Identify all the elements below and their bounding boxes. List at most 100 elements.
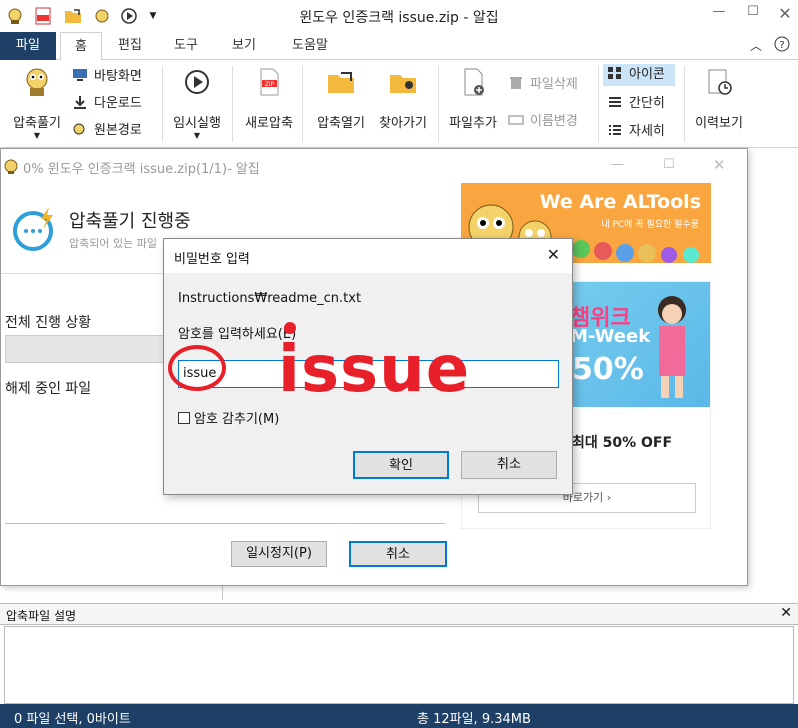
- find-label: 찾아가기: [379, 116, 427, 131]
- status-selection: 0 파일 선택, 0바이트: [14, 712, 131, 727]
- download-icon: [74, 96, 86, 109]
- promo-week: M-Week: [570, 326, 651, 347]
- add-file-button[interactable]: 파일추가: [442, 66, 504, 131]
- view-detail-label: 자세히: [629, 124, 665, 139]
- view-detail-button[interactable]: 자세히: [607, 121, 665, 143]
- ribbon-separator: [598, 66, 599, 142]
- ribbon-tabs: 파일 홈 편집 도구 보기 도움말 ︿ ?: [0, 32, 798, 61]
- svg-text:ZIP: ZIP: [265, 81, 275, 88]
- history-button[interactable]: 이력보기: [688, 66, 750, 131]
- status-bar: 0 파일 선택, 0바이트 총 12파일, 9.34MB: [0, 704, 798, 728]
- pause-button[interactable]: 일시정지(P): [231, 541, 327, 567]
- extract-progress-icon: [13, 207, 53, 251]
- ribbon: 압축풀기 ▼ 바탕화면 다운로드 원본경로 임시실행 ▼ ZIP 새로압축 압축…: [0, 60, 798, 148]
- tab-tools[interactable]: 도구: [164, 32, 208, 60]
- play-circle-icon: [185, 70, 209, 94]
- zip-file-icon: ZIP: [260, 68, 279, 96]
- view-simple-label: 간단히: [629, 96, 665, 111]
- extract-button[interactable]: 압축풀기 ▼: [6, 66, 68, 140]
- description-textarea[interactable]: [4, 626, 794, 704]
- extract-dropdown-icon[interactable]: ▼: [6, 131, 68, 140]
- view-icon-button[interactable]: 아이콘: [603, 64, 675, 86]
- ribbon-separator: [302, 66, 303, 142]
- ribbon-separator: [438, 66, 439, 142]
- extract-original-path-button[interactable]: 원본경로: [72, 120, 142, 142]
- progress-cancel-button[interactable]: 취소: [349, 541, 447, 567]
- desktop-label: 바탕화면: [94, 69, 142, 84]
- minimize-icon[interactable]: —: [706, 4, 732, 26]
- ribbon-separator: [162, 66, 163, 142]
- maximize-icon[interactable]: ☐: [740, 4, 766, 26]
- open-zip-label: 압축열기: [317, 116, 365, 131]
- cancel-button[interactable]: 취소: [461, 451, 557, 479]
- tab-edit[interactable]: 편집: [108, 32, 152, 60]
- history-icon: [708, 69, 732, 95]
- tab-home[interactable]: 홈: [60, 32, 102, 61]
- extract-label: 압축풀기: [13, 116, 61, 131]
- promo-offer-text: 최대 50% OFF: [572, 435, 673, 451]
- temp-run-dropdown-icon[interactable]: ▼: [166, 131, 228, 140]
- extract-mascot-icon: [26, 68, 48, 96]
- minimize-icon[interactable]: —: [611, 157, 624, 172]
- downloads-label: 다운로드: [94, 96, 142, 111]
- password-dialog-title: 비밀번호 입력: [174, 252, 250, 267]
- tab-file[interactable]: 파일: [0, 32, 56, 60]
- open-folder-arrow-icon: [328, 72, 354, 93]
- find-button[interactable]: 찾아가기: [372, 66, 434, 131]
- rename-button[interactable]: 이름변경: [508, 111, 578, 133]
- ok-button[interactable]: 확인: [353, 451, 449, 479]
- hide-password-checkbox[interactable]: 암호 감추기(M): [178, 408, 279, 427]
- close-icon[interactable]: ✕: [713, 156, 726, 174]
- ribbon-separator: [232, 66, 233, 142]
- overall-progress-label: 전체 진행 상황: [5, 315, 92, 331]
- password-dialog-titlebar: 비밀번호 입력 ✕: [164, 239, 572, 273]
- progress-dialog-title: 0% 윈도우 인증크랙 issue.zip(1/1)- 알집: [23, 162, 260, 177]
- rename-icon: [508, 115, 524, 125]
- add-file-label: 파일추가: [449, 116, 497, 131]
- grid-icon: [608, 67, 621, 79]
- file-path-label: Instructions₩readme_cn.txt: [178, 291, 362, 306]
- file-list-lower: [222, 586, 798, 600]
- window-title: 윈도우 인증크랙 issue.zip - 알집: [299, 10, 499, 26]
- ad-banner-title: We Are ALTools: [539, 191, 701, 213]
- progress-heading: 압축풀기 진행중: [69, 211, 191, 232]
- temp-run-button[interactable]: 임시실행 ▼: [166, 66, 228, 140]
- close-icon[interactable]: ✕: [780, 605, 792, 621]
- status-total: 총 12파일, 9.34MB: [417, 712, 531, 727]
- close-icon[interactable]: ✕: [772, 4, 798, 26]
- title-bar: ▼ 윈도우 인증크랙 issue.zip - 알집 — ☐ ✕: [0, 0, 798, 32]
- tab-help[interactable]: 도움말: [282, 32, 338, 60]
- original-path-label: 원본경로: [94, 123, 142, 138]
- close-icon[interactable]: ✕: [547, 245, 560, 264]
- tab-view[interactable]: 보기: [222, 32, 266, 60]
- help-icon[interactable]: ?: [770, 32, 794, 60]
- desktop-icon: [73, 69, 87, 81]
- extract-downloads-button[interactable]: 다운로드: [72, 93, 142, 115]
- ribbon-separator: [684, 66, 685, 142]
- collapse-ribbon-icon[interactable]: ︿: [744, 32, 768, 60]
- person-illustration-icon: [658, 296, 686, 398]
- view-icon-label: 아이콘: [629, 67, 665, 82]
- trash-icon: [510, 77, 522, 89]
- ad-banner-subtitle: 내 PC에 꼭 필요한 필수품: [601, 220, 699, 230]
- history-label: 이력보기: [695, 116, 743, 131]
- extract-desktop-button[interactable]: 바탕화면: [72, 66, 142, 88]
- rename-label: 이름변경: [530, 114, 578, 129]
- divider: [5, 523, 445, 524]
- maximize-icon[interactable]: ☐: [663, 157, 675, 172]
- annotation-text: issue: [278, 333, 471, 407]
- svg-text:?: ?: [779, 40, 784, 51]
- list-icon: [609, 97, 621, 107]
- checkbox-box-icon: [178, 412, 190, 424]
- app-logo-icon: [4, 159, 18, 174]
- promo-discount: 50%: [572, 352, 644, 387]
- new-zip-label: 새로압축: [245, 116, 293, 131]
- hide-password-label: 암호 감추기(M): [194, 412, 280, 427]
- detail-list-icon: [609, 125, 621, 135]
- original-path-icon: [73, 123, 85, 135]
- annotation-circle: [168, 345, 226, 391]
- view-simple-button[interactable]: 간단히: [607, 93, 665, 115]
- delete-file-button[interactable]: 파일삭제: [508, 74, 578, 96]
- new-zip-button[interactable]: ZIP 새로압축: [238, 66, 300, 131]
- open-zip-button[interactable]: 압축열기: [310, 66, 372, 131]
